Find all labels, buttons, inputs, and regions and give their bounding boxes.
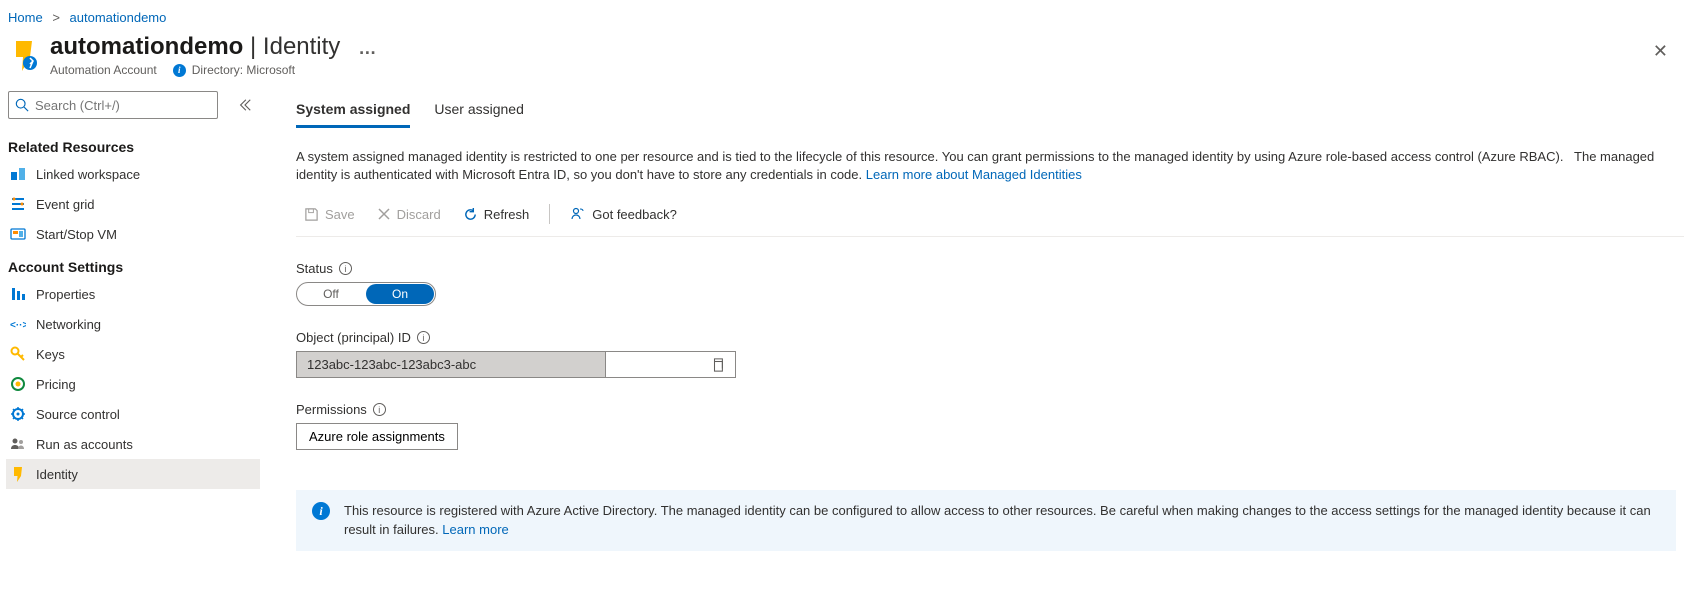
info-banner: i This resource is registered with Azure… (296, 490, 1676, 550)
page-title: automationdemo | Identity … (50, 33, 377, 61)
discard-button[interactable]: Discard (369, 203, 449, 226)
object-id-value: 123abc-123abc-123abc3-abc (296, 351, 606, 378)
sidebar-group-related: Related Resources (6, 129, 260, 159)
copy-icon (711, 358, 725, 372)
breadcrumb-resource[interactable]: automationdemo (70, 10, 167, 25)
breadcrumb: Home > automationdemo (0, 0, 1692, 29)
toggle-off[interactable]: Off (297, 283, 365, 305)
collapse-sidebar-button[interactable] (238, 98, 252, 112)
learn-more-link[interactable]: Learn more (442, 522, 508, 537)
learn-more-link[interactable]: Learn more about Managed Identities (866, 167, 1082, 182)
automation-account-icon (8, 39, 40, 71)
properties-icon (10, 286, 26, 302)
status-label: Status i (296, 261, 1684, 276)
search-input[interactable] (8, 91, 218, 119)
toolbar: Save Discard Refresh Got feedback? (296, 202, 1684, 237)
sidebar-group-account-settings: Account Settings (6, 249, 260, 279)
sidebar-item-keys[interactable]: Keys (6, 339, 260, 369)
description-text: A system assigned managed identity is re… (296, 148, 1676, 184)
sidebar-item-pricing[interactable]: Pricing (6, 369, 260, 399)
sidebar-item-identity[interactable]: Identity (6, 459, 260, 489)
pricing-icon (10, 376, 26, 392)
identity-icon (10, 466, 26, 482)
sidebar-item-start-stop-vm[interactable]: Start/Stop VM (6, 219, 260, 249)
accounts-icon (10, 436, 26, 452)
toolbar-separator (549, 204, 550, 224)
feedback-button[interactable]: Got feedback? (562, 202, 685, 226)
sidebar-item-properties[interactable]: Properties (6, 279, 260, 309)
sidebar-item-event-grid[interactable]: Event grid (6, 189, 260, 219)
sidebar-item-networking[interactable]: <··> Networking (6, 309, 260, 339)
breadcrumb-home[interactable]: Home (8, 10, 43, 25)
page-header: automationdemo | Identity … Automation A… (0, 29, 1692, 85)
permissions-label: Permissions i (296, 402, 1684, 417)
toggle-on[interactable]: On (366, 284, 434, 304)
workspace-icon (10, 166, 26, 182)
refresh-button[interactable]: Refresh (455, 203, 538, 226)
sidebar-item-source-control[interactable]: Source control (6, 399, 260, 429)
key-icon (10, 346, 26, 362)
refresh-icon (463, 207, 478, 222)
save-icon (304, 207, 319, 222)
networking-icon: <··> (10, 316, 26, 332)
info-icon: i (173, 64, 186, 77)
gear-icon (10, 406, 26, 422)
copy-button[interactable] (606, 351, 736, 378)
azure-role-assignments-button[interactable]: Azure role assignments (296, 423, 458, 450)
main-content: System assigned User assigned A system a… (260, 85, 1692, 608)
info-icon[interactable]: i (339, 262, 352, 275)
info-icon[interactable]: i (417, 331, 430, 344)
event-grid-icon (10, 196, 26, 212)
sidebar-item-run-as-accounts[interactable]: Run as accounts (6, 429, 260, 459)
close-button[interactable]: ✕ (1643, 35, 1678, 68)
svg-text:<··>: <··> (10, 320, 26, 331)
info-icon[interactable]: i (373, 403, 386, 416)
tabs: System assigned User assigned (296, 95, 1684, 128)
object-id-label: Object (principal) ID i (296, 330, 1684, 345)
directory-label: Directory: Microsoft (192, 63, 295, 77)
chevron-right-icon: > (46, 10, 66, 25)
status-toggle[interactable]: Off On (296, 282, 436, 306)
tab-user-assigned[interactable]: User assigned (434, 95, 524, 128)
sidebar: Related Resources Linked workspace Event… (0, 85, 260, 608)
info-icon: i (312, 502, 330, 520)
resource-type-label: Automation Account (50, 63, 157, 77)
discard-icon (377, 207, 391, 221)
vm-icon (10, 226, 26, 242)
save-button[interactable]: Save (296, 203, 363, 226)
more-button[interactable]: … (340, 38, 377, 59)
feedback-icon (570, 206, 586, 222)
sidebar-item-linked-workspace[interactable]: Linked workspace (6, 159, 260, 189)
tab-system-assigned[interactable]: System assigned (296, 95, 410, 128)
